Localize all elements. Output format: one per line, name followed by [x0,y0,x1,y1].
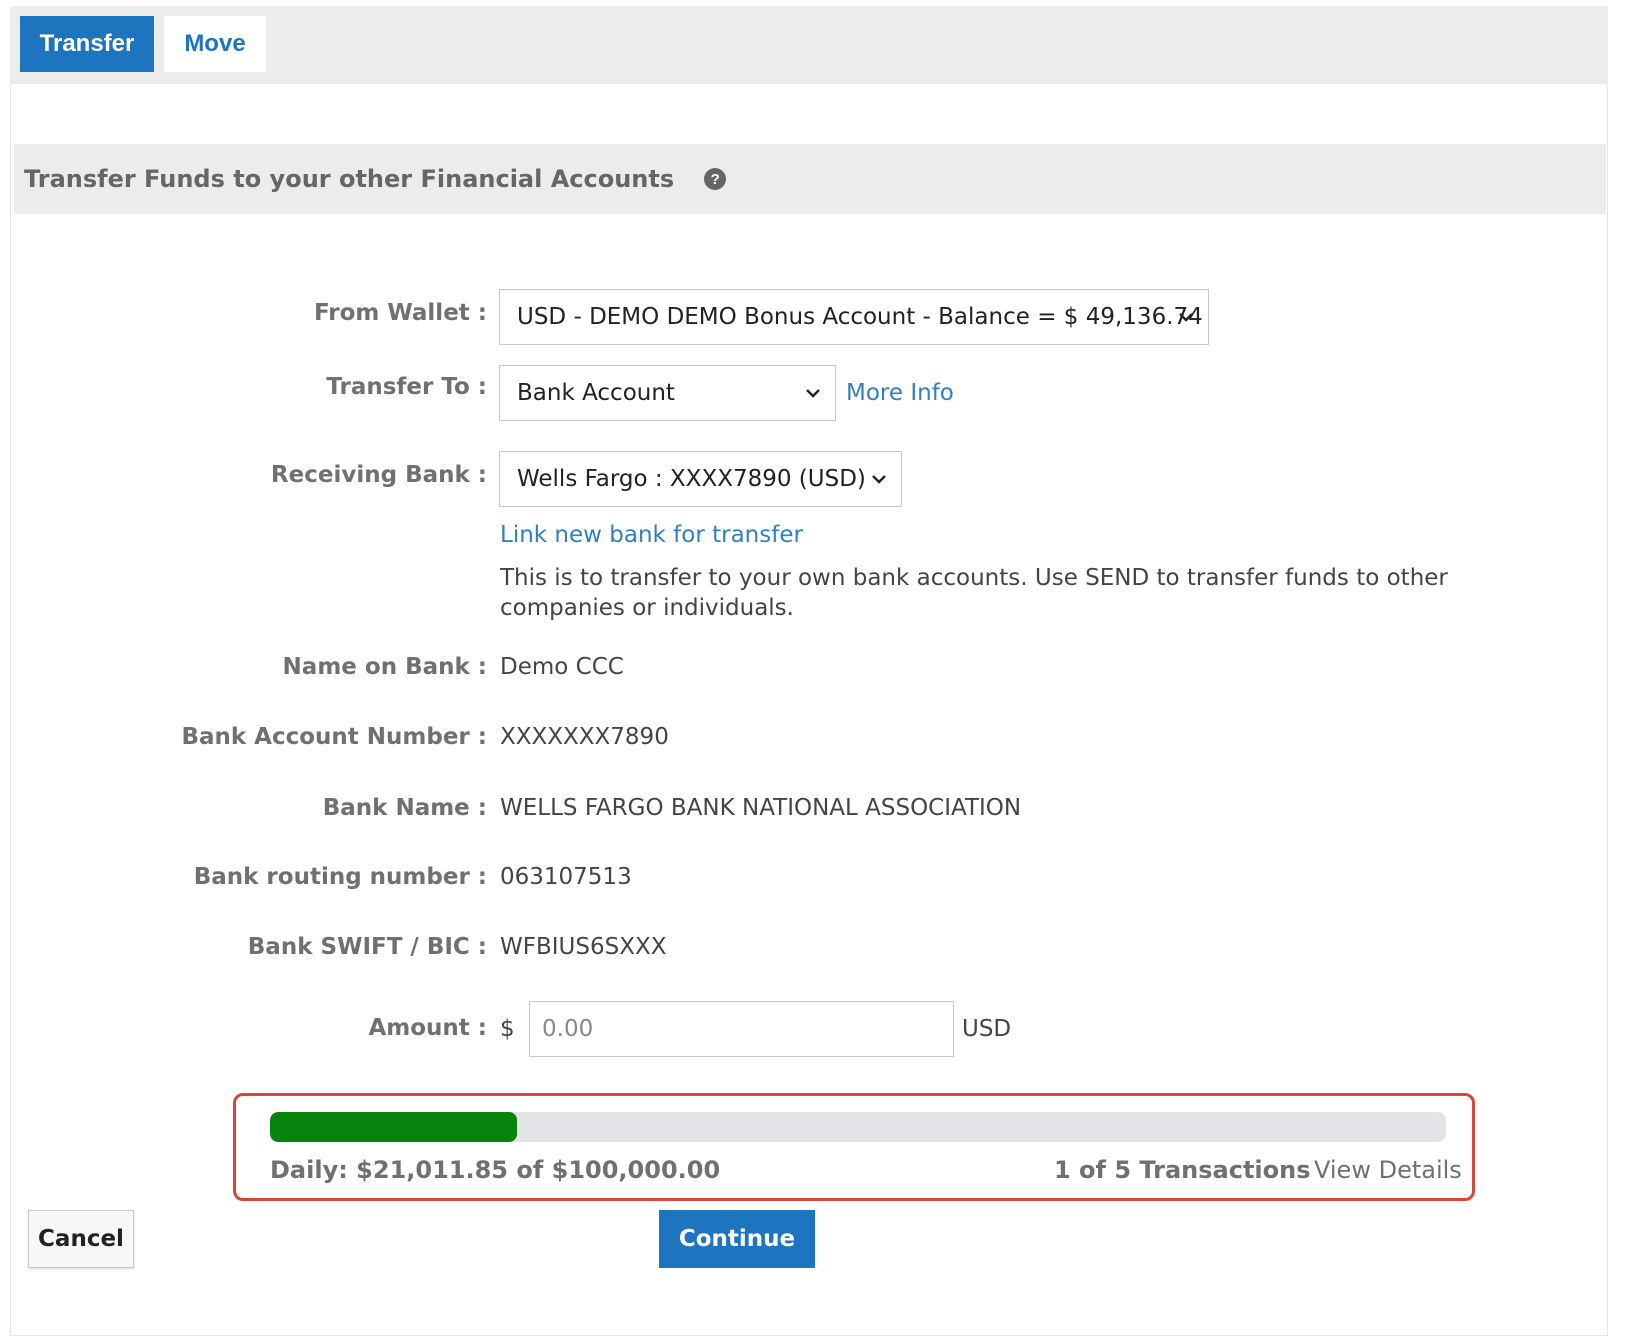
name-on-bank-value: Demo CCC [500,654,624,680]
section-title: Transfer Funds to your other Financial A… [24,165,675,193]
daily-limit-panel: Daily: $21,011.85 of $100,000.00 1 of 5 … [233,1093,1475,1201]
transfer-to-select[interactable]: Bank Account [499,365,836,421]
bank-name-label: Bank Name : [322,795,487,821]
transactions-count-text: 1 of 5 Transactions [1054,1156,1311,1184]
chevron-down-icon [1178,309,1194,325]
from-wallet-select[interactable]: USD - DEMO DEMO Bonus Account - Balance … [499,289,1209,345]
bank-routing-number-label: Bank routing number : [193,864,487,890]
link-new-bank-link[interactable]: Link new bank for transfer [500,522,803,548]
receiving-bank-label: Receiving Bank : [270,462,487,488]
currency-symbol: $ [500,1016,515,1042]
daily-limit-text: Daily: $21,011.85 of $100,000.00 [270,1156,721,1184]
receiving-bank-value: Wells Fargo : XXXX7890 (USD) [517,466,866,492]
continue-button[interactable]: Continue [659,1210,815,1268]
view-details-link[interactable]: View Details [1314,1156,1462,1184]
bank-routing-number-value: 063107513 [500,864,632,890]
more-info-link[interactable]: More Info [846,380,954,406]
from-wallet-value: USD - DEMO DEMO Bonus Account - Balance … [517,304,1203,330]
tab-transfer[interactable]: Transfer [20,16,154,72]
transfer-help-text: This is to transfer to your own bank acc… [500,565,1448,621]
from-wallet-label: From Wallet : [314,300,487,326]
name-on-bank-label: Name on Bank : [282,654,487,680]
tab-bar: Transfer Move [10,6,1608,84]
tab-move[interactable]: Move [164,16,266,72]
amount-input[interactable]: 0.00 [529,1001,954,1057]
receiving-bank-select[interactable]: Wells Fargo : XXXX7890 (USD) [499,451,902,507]
bank-account-number-value: XXXXXXX7890 [500,724,669,750]
chevron-down-icon [871,471,887,487]
bank-name-value: WELLS FARGO BANK NATIONAL ASSOCIATION [500,795,1022,821]
bank-swift-label: Bank SWIFT / BIC : [247,934,487,960]
transfer-to-value: Bank Account [517,380,675,406]
bank-account-number-label: Bank Account Number : [181,724,487,750]
question-circle-icon[interactable]: ? [704,168,727,190]
section-header: Transfer Funds to your other Financial A… [14,144,1606,214]
amount-currency: USD [962,1016,1012,1042]
daily-limit-progress-bar [270,1112,1446,1142]
bank-swift-value: WFBIUS6SXXX [500,934,667,960]
chevron-down-icon [805,385,821,401]
transfer-to-label: Transfer To : [326,374,487,400]
daily-limit-progress-fill [270,1112,517,1142]
cancel-button[interactable]: Cancel [28,1210,134,1268]
amount-label: Amount : [368,1015,487,1041]
